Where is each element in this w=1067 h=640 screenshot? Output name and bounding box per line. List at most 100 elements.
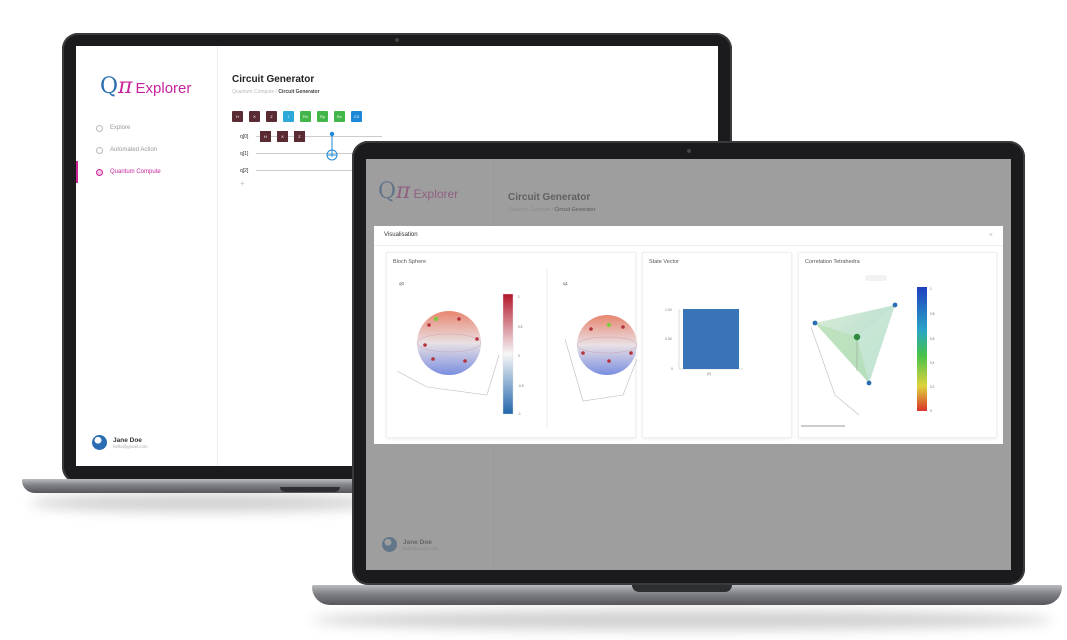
state-point	[463, 359, 467, 363]
gate-i[interactable]: I	[283, 111, 294, 122]
breadcrumb-parent[interactable]: Quantum Compute	[232, 89, 274, 95]
front-laptop-screen: QπExplorer Explore Jane Doe hello@gmail.…	[366, 159, 1011, 570]
state-point	[427, 323, 431, 327]
sidebar-item-explore[interactable]: Explore	[76, 117, 217, 139]
x-tick: |0⟩	[707, 372, 712, 376]
sidebar-item-label: Quantum Compute	[110, 169, 161, 175]
vertex-point	[892, 302, 898, 308]
visualisation-modal: Visualisation × Bloch Sphere q0 q1 1 0.5…	[374, 226, 1003, 444]
correlation-point	[853, 333, 861, 341]
colorbar-tick: 0.5	[518, 325, 523, 329]
gate-ry[interactable]: Ry	[317, 111, 328, 122]
wire-line	[256, 136, 382, 137]
user-profile[interactable]: Jane Doe hello@gmail.com	[92, 435, 148, 450]
explore-icon	[96, 124, 103, 132]
y-tick: 0	[671, 367, 673, 371]
correlation-tetrahedra-plot[interactable]: 1 0.8 0.6 0.4 0.2 0	[799, 267, 959, 437]
app-logo[interactable]: QπExplorer	[76, 46, 217, 99]
automation-icon	[96, 146, 103, 154]
gate-x[interactable]: X	[249, 111, 260, 122]
modal-header: Visualisation ×	[374, 226, 1003, 246]
cnot-gate[interactable]	[324, 131, 344, 165]
breadcrumb-current: Circuit Generator	[278, 89, 320, 95]
back-laptop-notch	[280, 487, 340, 492]
panel-title: State Vector	[649, 259, 679, 265]
breadcrumb: Quantum Compute / Circuit Generator	[232, 89, 718, 95]
state-point	[433, 316, 439, 322]
sidebar: Qπ Explorer Explore Automated Action Quan…	[76, 46, 218, 466]
colorbar-tick: 0.4	[930, 361, 935, 365]
bloch-colorbar: 1 0.5 0 -0.5 -1	[502, 293, 524, 416]
back-laptop-base	[22, 479, 402, 493]
sidebar-item-automated-action[interactable]: Automated Action	[76, 139, 217, 161]
bloch-sphere-q1	[564, 315, 637, 402]
qubit-label: q[0]	[240, 133, 249, 140]
qubit-label: q[1]	[240, 150, 249, 157]
colorbar-tick: 0	[930, 409, 932, 413]
logo-q: Q	[100, 74, 119, 99]
state-point	[581, 351, 585, 355]
gate-rx[interactable]: Rx	[300, 111, 311, 122]
quantum-icon	[96, 168, 103, 176]
gate-rz[interactable]: Rz	[334, 111, 345, 122]
logo-pi: π	[118, 74, 133, 99]
bloch-sphere-q0	[396, 311, 500, 396]
plot-toolbar[interactable]	[865, 275, 887, 281]
front-laptop-notch	[632, 585, 732, 592]
state-vector-panel: State Vector 1.00 0.50 0 |0⟩	[642, 252, 792, 438]
logo-word: Explorer	[135, 80, 192, 97]
sidebar-item-label: Automated Action	[110, 147, 158, 153]
colorbar-tick: 0	[518, 354, 520, 358]
sidebar-nav: Explore Automated Action Quantum Compute	[76, 117, 217, 183]
state-point	[431, 357, 435, 361]
y-tick: 1.00	[665, 308, 672, 312]
state-bar[interactable]	[683, 309, 739, 369]
front-camera	[687, 149, 691, 153]
gate-palette: H X Z I Rx Ry Rz CX	[232, 111, 718, 122]
vertex-point	[866, 380, 872, 386]
placed-gate[interactable]: H	[260, 131, 271, 142]
colorbar-tick: 1	[930, 287, 932, 291]
gate-z[interactable]: Z	[266, 111, 277, 122]
user-email: hello@gmail.com	[113, 443, 148, 449]
gate-cx[interactable]: CX	[351, 111, 362, 122]
state-point	[629, 351, 633, 355]
product-mockup: Qπ Explorer Explore Automated Action Quan…	[0, 0, 1067, 640]
colorbar-tick: 0.6	[930, 337, 935, 341]
placed-gate[interactable]: Z	[294, 131, 305, 142]
panel-title: Bloch Sphere	[393, 259, 427, 265]
panel-title: Correlation Tetrahedra	[805, 259, 860, 265]
y-tick: 0.50	[665, 337, 672, 341]
state-point	[589, 327, 593, 331]
visualisation-panels: Bloch Sphere q0 q1 1 0.5 0 -0.5 -1 State…	[386, 252, 997, 438]
sidebar-item-quantum-compute[interactable]: Quantum Compute	[76, 161, 217, 183]
state-point	[475, 337, 479, 341]
colorbar-tick: -1	[518, 412, 521, 416]
sidebar-item-label: Explore	[110, 125, 131, 131]
state-point	[607, 359, 611, 363]
colorbar-tick: 0.8	[930, 312, 935, 316]
correlation-tetrahedra-panel: Correlation Tetrahedra 1 0.8 0.6 0.4 0.2…	[798, 252, 997, 438]
gate-h[interactable]: H	[232, 111, 243, 122]
avatar	[92, 435, 107, 450]
back-laptop-shadow	[30, 494, 380, 512]
page-title: Circuit Generator	[232, 74, 315, 85]
horizontal-scrollbar[interactable]	[801, 425, 845, 427]
colorbar-tick: 1	[518, 295, 520, 299]
qubit-label: q[2]	[240, 167, 249, 174]
front-laptop-shadow	[312, 610, 1052, 630]
modal-title: Visualisation	[384, 232, 418, 238]
state-point	[621, 325, 625, 329]
close-icon[interactable]: ×	[989, 232, 993, 239]
colorbar-tick: -0.5	[518, 384, 524, 388]
placed-gate[interactable]: X	[277, 131, 288, 142]
state-point	[457, 317, 461, 321]
bloch-sphere-panel: Bloch Sphere q0 q1 1 0.5 0 -0.5 -1	[386, 252, 637, 438]
colorbar-tick: 0.2	[930, 385, 935, 389]
user-name: Jane Doe	[113, 436, 142, 444]
back-camera	[395, 38, 399, 42]
bloch-sphere-plots[interactable]: 1 0.5 0 -0.5 -1	[387, 269, 637, 429]
state-point	[423, 343, 427, 347]
state-point	[606, 322, 612, 328]
state-vector-chart[interactable]: 1.00 0.50 0 |0⟩	[643, 269, 793, 419]
